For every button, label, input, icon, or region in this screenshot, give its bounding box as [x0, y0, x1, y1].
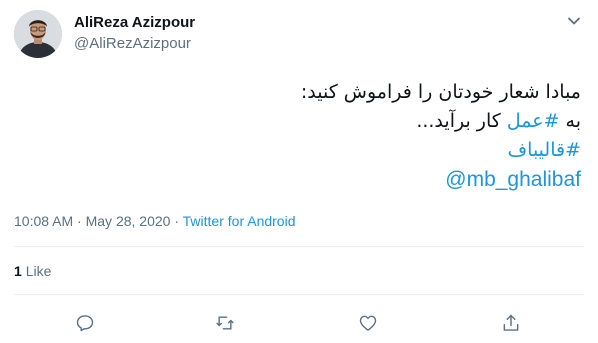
hashtag-link-2[interactable]: #قالیباف	[507, 139, 581, 161]
author-handle[interactable]: @AliRezAzizpour	[74, 35, 191, 52]
tweet-date[interactable]: May 28, 2020	[86, 213, 171, 229]
share-icon[interactable]	[496, 308, 526, 338]
tweet-line-2: به #عمل کار برآید...	[41, 107, 581, 136]
mention-link[interactable]: @mb_ghalibaf	[445, 168, 581, 191]
tweet-line-2-prefix: به	[559, 110, 581, 132]
tweet-line-4: @mb_ghalibaf	[41, 165, 581, 194]
divider-top	[14, 246, 584, 247]
reply-icon[interactable]	[70, 308, 100, 338]
meta-separator-1: ·	[73, 213, 86, 229]
like-label: Like	[25, 263, 52, 279]
tweet-line-3: #قالیباف	[41, 136, 581, 165]
tweet-line-2-suffix: کار برآید...	[416, 110, 507, 132]
avatar[interactable]	[14, 10, 62, 58]
tweet-text: مبادا شعار خودتان را فراموش کنید: به #عم…	[41, 78, 581, 194]
tweet-line-1: مبادا شعار خودتان را فراموش کنید:	[300, 81, 581, 103]
like-count: 1	[14, 263, 22, 279]
likes-summary[interactable]: 1 Like	[14, 263, 51, 279]
tweet-time[interactable]: 10:08 AM	[14, 213, 73, 229]
meta-separator-2: ·	[170, 213, 183, 229]
divider-bottom	[14, 294, 584, 295]
heart-icon[interactable]	[353, 308, 383, 338]
retweet-icon[interactable]	[210, 308, 240, 338]
hashtag-link[interactable]: #عمل	[507, 110, 560, 132]
action-bar	[0, 308, 598, 338]
chevron-down-icon[interactable]	[563, 10, 585, 32]
tweet-source-link[interactable]: Twitter for Android	[183, 213, 296, 229]
tweet-meta: 10:08 AM · May 28, 2020 · Twitter for An…	[14, 213, 295, 229]
author-name[interactable]: AliReza Azizpour	[74, 14, 195, 31]
tweet-card: AliReza Azizpour @AliRezAzizpour مبادا ش…	[0, 0, 598, 343]
